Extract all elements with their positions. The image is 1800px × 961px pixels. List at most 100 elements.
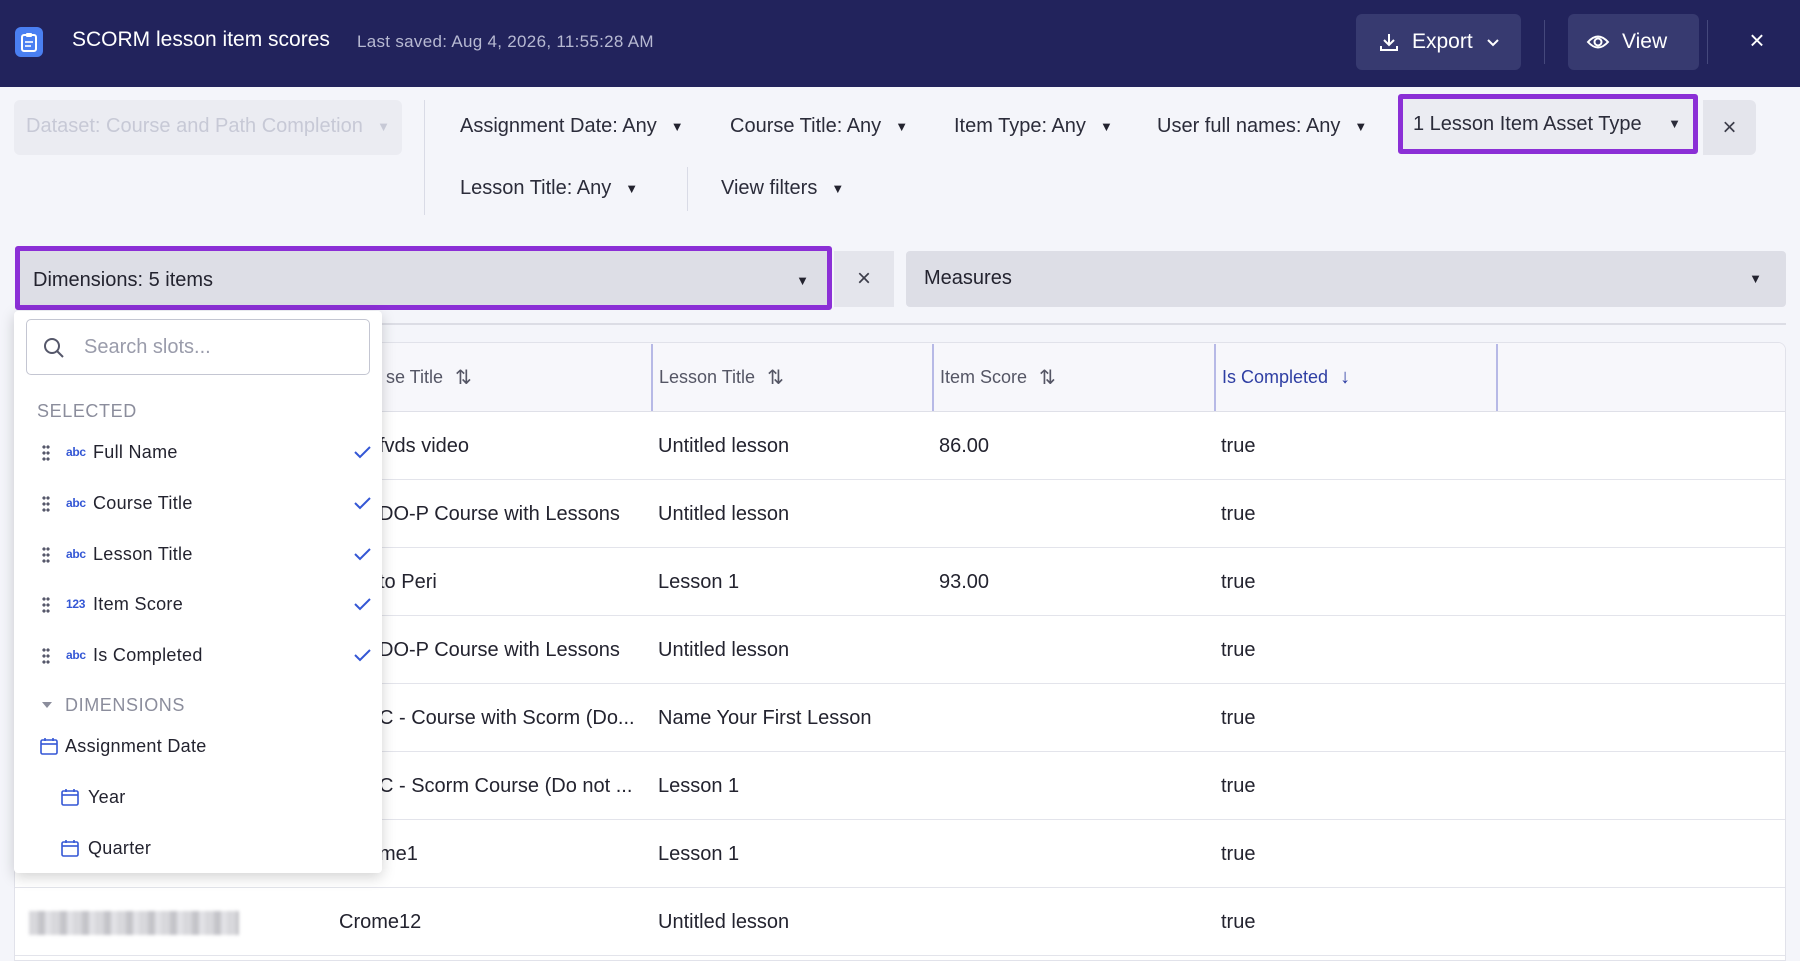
cell-is-completed: true — [1221, 639, 1256, 661]
cell-is-completed: true — [1221, 435, 1256, 457]
selected-slot-lesson-title[interactable]: abc Lesson Title — [14, 533, 382, 577]
selected-heading: SELECTED — [37, 401, 137, 421]
close-icon[interactable]: × — [1741, 25, 1773, 59]
export-button[interactable]: Export — [1356, 14, 1521, 70]
caret-down-icon: ▼ — [1354, 119, 1368, 134]
selected-slot-is-completed[interactable]: abc Is Completed — [14, 634, 382, 678]
dimension-assignment-date[interactable]: Assignment Date — [14, 725, 382, 769]
cell-lesson-title: Untitled lesson — [658, 911, 790, 933]
cell-lesson-title: Name Your First Lesson — [658, 707, 872, 729]
drag-handle-icon[interactable] — [42, 495, 50, 513]
search-slots-field[interactable] — [26, 319, 370, 375]
cell-item-score — [939, 685, 1209, 752]
caret-down-icon: ▼ — [1668, 116, 1681, 131]
calendar-icon — [61, 789, 79, 806]
drag-handle-icon[interactable] — [42, 546, 50, 564]
filter-course-title[interactable]: Course Title: Any ▼ — [730, 115, 908, 138]
filter-lesson-title[interactable]: Lesson Title: Any ▼ — [460, 177, 638, 200]
selected-slot-course-title[interactable]: abc Course Title — [14, 482, 382, 526]
column-label: se Title — [386, 367, 444, 387]
caret-down-icon: ▼ — [895, 119, 909, 134]
download-icon — [1380, 34, 1398, 51]
drag-handle-icon[interactable] — [42, 647, 50, 665]
check-icon — [354, 598, 371, 611]
caret-down-icon: ▼ — [625, 181, 639, 196]
text-type-icon: abc — [66, 445, 86, 459]
dimensions-select[interactable]: Dimensions: 5 items ▼ — [15, 246, 832, 310]
column-label: Lesson Title — [659, 367, 756, 387]
measures-label: Measures — [924, 267, 1012, 289]
number-type-icon: 123 — [66, 597, 86, 611]
cell-course-title: DO-P Course with Lessons — [379, 639, 620, 661]
drag-handle-icon[interactable] — [42, 596, 50, 614]
filter-item-type[interactable]: Item Type: Any ▼ — [954, 115, 1113, 138]
filter-label: Item Type: Any — [954, 115, 1086, 137]
selected-slot-full-name[interactable]: abc Full Name — [14, 431, 382, 475]
column-resize-handle[interactable] — [1496, 344, 1498, 411]
divider — [1707, 20, 1708, 64]
selected-slot-item-score[interactable]: 123 Item Score — [14, 583, 382, 627]
slot-label: Lesson Title — [93, 544, 193, 564]
cell-lesson-title: Untitled lesson — [658, 435, 790, 457]
table-row[interactable]: Crome12 Untitled lesson true — [15, 889, 1785, 956]
caret-down-icon: ▼ — [377, 119, 390, 134]
column-header-item-score[interactable]: Item Score ⇅ — [933, 343, 1056, 412]
dimension-year[interactable]: Year — [14, 776, 382, 820]
clear-filter-button[interactable]: × — [1703, 100, 1756, 155]
cell-is-completed: true — [1221, 843, 1256, 865]
sort-icon[interactable]: ⇅ — [455, 365, 472, 390]
clear-dimensions-button[interactable]: × — [834, 251, 894, 307]
calendar-icon — [40, 738, 58, 755]
slot-label: Is Completed — [93, 645, 203, 665]
divider — [424, 100, 425, 215]
dimensions-heading: DIMENSIONS — [65, 695, 186, 715]
filter-assignment-date[interactable]: Assignment Date: Any ▼ — [460, 115, 684, 138]
filter-lesson-item-asset-type[interactable]: 1 Lesson Item Asset Type ▼ — [1398, 94, 1698, 154]
caret-down-icon: ▼ — [670, 119, 684, 134]
caret-down-icon: ▼ — [831, 181, 845, 196]
check-icon — [354, 649, 371, 662]
view-filters-button[interactable]: View filters ▼ — [721, 177, 844, 200]
text-type-icon: abc — [66, 648, 86, 662]
caret-down-icon: ▼ — [1099, 119, 1113, 134]
column-header-lesson-title[interactable]: Lesson Title ⇅ — [652, 343, 784, 412]
cell-lesson-title: Lesson 1 — [658, 571, 740, 593]
cell-lesson-title: Untitled lesson — [658, 503, 790, 525]
cell-is-completed: true — [1221, 571, 1256, 593]
column-header-is-completed[interactable]: Is Completed ↓ — [1215, 343, 1350, 412]
cell-course-title: C - Course with Scorm (Do... — [379, 707, 635, 729]
dimensions-label: Dimensions: 5 items — [33, 269, 214, 291]
cell-item-score — [939, 481, 1209, 548]
search-slots-input[interactable] — [84, 334, 354, 360]
drag-handle-icon[interactable] — [42, 444, 50, 462]
sort-icon[interactable]: ⇅ — [1039, 365, 1056, 390]
sort-icon[interactable]: ⇅ — [767, 365, 784, 390]
filter-label: Assignment Date: Any — [460, 115, 657, 137]
view-button[interactable]: View — [1568, 14, 1699, 70]
column-header-course-title[interactable]: se Title ⇅ — [379, 343, 472, 412]
dimension-label: Quarter — [88, 838, 152, 858]
search-icon — [44, 338, 64, 358]
cell-lesson-title: Lesson 1 — [658, 775, 740, 797]
filter-label: Course Title: Any — [730, 115, 882, 137]
caret-down-icon: ▼ — [796, 273, 809, 288]
view-filters-label: View filters — [721, 177, 818, 199]
cell-course-title: DO-P Course with Lessons — [379, 503, 620, 525]
dimension-label: Year — [88, 787, 126, 807]
cell-lesson-title: Untitled lesson — [658, 639, 790, 661]
measures-select[interactable]: Measures ▼ — [906, 251, 1786, 307]
eye-icon — [1586, 35, 1610, 49]
filter-label: 1 Lesson Item Asset Type — [1413, 112, 1642, 135]
filter-user-full-names[interactable]: User full names: Any ▼ — [1157, 115, 1367, 138]
check-icon — [354, 548, 371, 561]
check-icon — [354, 446, 371, 459]
cell-item-score: 86.00 — [939, 435, 990, 457]
dataset-select: Dataset: Course and Path Completion ▼ — [14, 100, 402, 155]
filter-label: Lesson Title: Any — [460, 177, 612, 199]
dimension-label: Assignment Date — [65, 736, 207, 756]
slot-label: Full Name — [93, 442, 178, 462]
report-title: SCORM lesson item scores — [72, 28, 330, 51]
dimension-quarter[interactable]: Quarter — [14, 827, 382, 871]
cell-lesson-title: Lesson 1 — [658, 843, 740, 865]
sort-descending-icon[interactable]: ↓ — [1340, 366, 1350, 389]
